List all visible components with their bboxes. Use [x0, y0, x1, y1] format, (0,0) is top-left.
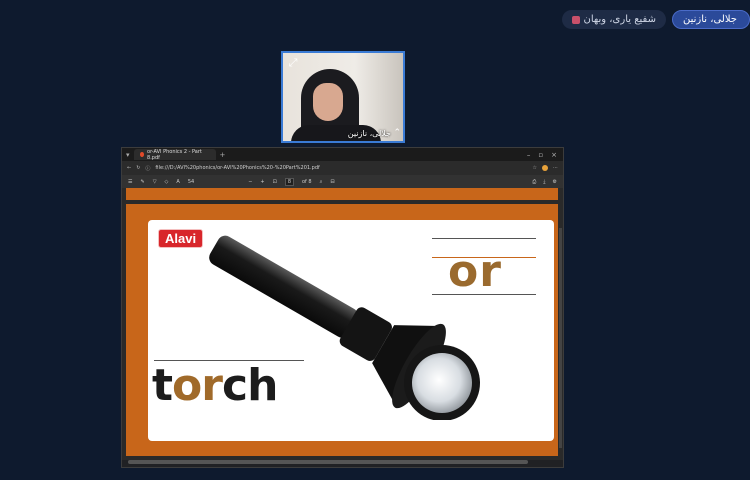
participant-name: شفیع یاری، وبهان — [583, 14, 656, 25]
print-icon[interactable]: ⎙ — [532, 179, 536, 185]
word-highlight: or — [172, 360, 223, 411]
window-controls: – ▫ × — [527, 151, 563, 159]
address-bar: ← ↻ ⓘ file:///D:/AVI%20phonics/or-AVI%20… — [122, 161, 563, 175]
zoom-value[interactable]: 54 — [188, 179, 194, 185]
draw-icon[interactable]: ✎ — [140, 179, 144, 185]
text-icon[interactable]: A — [176, 179, 179, 185]
pdf-toolbar: ☰ ✎ ▽ ◇ A 54 − + ⊡ 8 of 8 ⌕ ⊟ ⎙ ⤓ ⚙ — [122, 175, 563, 188]
zoom-out-icon[interactable]: − — [248, 179, 252, 185]
search-icon[interactable]: ⌕ — [320, 179, 323, 185]
mic-muted-icon — [571, 15, 580, 24]
close-icon[interactable]: × — [551, 151, 557, 159]
video-more-icon[interactable]: ⌃ — [393, 128, 401, 138]
minimize-icon[interactable]: – — [527, 151, 531, 159]
favorite-icon[interactable]: ☆ — [533, 165, 537, 171]
shared-screen-browser: ▾ or-AVI Phonics 2 - Part 8.pdf + – ▫ × … — [121, 147, 564, 468]
info-icon[interactable]: ⓘ — [145, 165, 150, 172]
back-icon[interactable]: ← — [127, 165, 131, 171]
participant-video-tile[interactable]: ⤢ جلالی، نازنین ⌃ — [281, 51, 405, 143]
key-sound-text: or — [448, 246, 502, 297]
pdf-right-tools: ⎙ ⤓ ⚙ — [532, 179, 557, 185]
target-word: torch — [152, 360, 278, 411]
browser-tab[interactable]: or-AVI Phonics 2 - Part 8.pdf — [133, 148, 216, 161]
tab-actions-icon[interactable]: ▾ — [126, 151, 130, 159]
word-suffix: ch — [221, 360, 278, 411]
url-field[interactable]: file:///D:/AVI%20phonics/or-AVI%20Phonic… — [155, 165, 527, 171]
contents-icon[interactable]: ☰ — [128, 179, 132, 185]
video-person-face — [313, 83, 343, 121]
new-tab-icon[interactable]: + — [220, 151, 226, 159]
page-view-icon[interactable]: ⊟ — [330, 179, 334, 185]
expand-icon[interactable]: ⤢ — [286, 56, 300, 70]
pdf-page-controls: − + ⊡ 8 of 8 ⌕ ⊟ — [248, 177, 335, 186]
previous-page-edge — [126, 188, 558, 200]
participant-chip-other[interactable]: شفیع یاری، وبهان — [561, 10, 666, 29]
word-prefix: t — [152, 360, 173, 411]
menu-icon[interactable]: ⋯ — [553, 165, 558, 171]
pdf-favicon-icon — [139, 152, 145, 157]
browser-tabstrip: ▾ or-AVI Phonics 2 - Part 8.pdf + – ▫ × — [122, 148, 563, 161]
brand-logo: Alavi — [158, 229, 204, 248]
pdf-viewer: Alavi or torch — [122, 188, 563, 460]
profile-icon[interactable] — [542, 165, 548, 171]
erase-icon[interactable]: ◇ — [165, 179, 169, 185]
zoom-in-icon[interactable]: + — [260, 179, 264, 185]
horizontal-scrollbar[interactable] — [128, 460, 528, 464]
maximize-icon[interactable]: ▫ — [538, 151, 543, 159]
pdf-page: Alavi or torch — [126, 204, 558, 456]
fit-page-icon[interactable]: ⊡ — [273, 179, 277, 185]
vertical-scrollbar[interactable] — [559, 228, 562, 448]
tab-title: or-AVI Phonics 2 - Part 8.pdf — [147, 148, 202, 161]
page-number-input[interactable]: 8 — [284, 177, 294, 186]
settings-icon[interactable]: ⚙ — [553, 179, 557, 185]
participant-list: شفیع یاری، وبهان جلالی، نازنین — [561, 10, 750, 29]
page-total: of 8 — [302, 178, 312, 185]
highlight-icon[interactable]: ▽ — [153, 179, 157, 185]
participant-chip-active[interactable]: جلالی، نازنین — [671, 10, 750, 29]
video-participant-name: جلالی، نازنین — [347, 129, 391, 138]
save-icon[interactable]: ⤓ — [543, 179, 545, 185]
participant-name: جلالی، نازنین — [682, 14, 737, 25]
slide-card: Alavi or torch — [148, 220, 554, 441]
reload-icon[interactable]: ↻ — [136, 165, 140, 171]
